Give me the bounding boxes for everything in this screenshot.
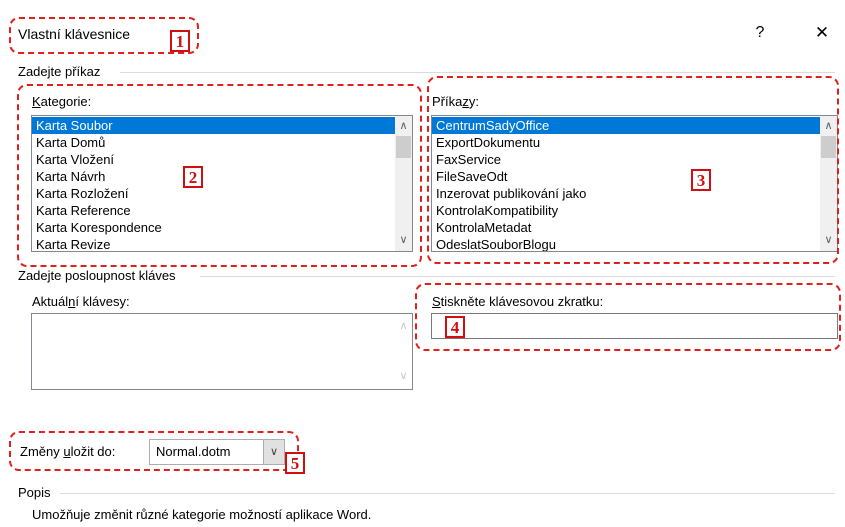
save-in-label: Změny uložit do: bbox=[20, 444, 116, 459]
category-list-item[interactable]: Karta Soubor bbox=[32, 117, 395, 134]
category-list-item[interactable]: Karta Vložení bbox=[32, 151, 395, 168]
command-list-item[interactable]: OdeslatSouborBlogu bbox=[432, 236, 820, 251]
command-list-item[interactable]: KontrolaKompatibility bbox=[432, 202, 820, 219]
annotation-number-4: 4 bbox=[445, 316, 465, 338]
keys-section-divider bbox=[200, 276, 835, 277]
category-list-item[interactable]: Karta Korespondence bbox=[32, 219, 395, 236]
chevron-up-icon: ∧ bbox=[399, 320, 408, 332]
categories-label: Kategorie: bbox=[32, 94, 92, 109]
command-list-item[interactable]: FileSaveOdt bbox=[432, 168, 820, 185]
category-list-item[interactable]: Karta Revize bbox=[32, 236, 395, 251]
description-divider bbox=[60, 493, 835, 494]
scroll-thumb[interactable] bbox=[821, 136, 836, 158]
command-list-item[interactable]: Inzerovat publikování jako bbox=[432, 185, 820, 202]
categories-scrollbar[interactable]: ∧ ∨ bbox=[395, 116, 412, 251]
close-button[interactable]: ✕ bbox=[800, 18, 844, 48]
current-keys-scrollbar: ∧ ∨ bbox=[395, 314, 412, 389]
scroll-thumb[interactable] bbox=[396, 136, 411, 158]
chevron-up-icon[interactable]: ∧ bbox=[395, 118, 412, 135]
keys-section-heading: Zadejte posloupnost kláves bbox=[18, 268, 176, 283]
save-in-value: Normal.dotm bbox=[156, 444, 231, 459]
command-list-item[interactable]: CentrumSadyOffice bbox=[432, 117, 820, 134]
categories-list[interactable]: Karta Soubor Karta Domů Karta Vložení Karta… bbox=[31, 115, 413, 252]
save-in-select[interactable]: Normal.dotm ∨ bbox=[149, 439, 285, 465]
annotation-number-2: 2 bbox=[183, 166, 203, 188]
press-key-input[interactable] bbox=[431, 313, 838, 339]
commands-label: Příkazy: bbox=[432, 94, 479, 109]
commands-section-divider bbox=[120, 72, 835, 73]
press-key-label: Stiskněte klávesovou zkratku: bbox=[432, 294, 604, 309]
category-list-item[interactable]: Karta Domů bbox=[32, 134, 395, 151]
chevron-up-icon[interactable]: ∧ bbox=[820, 118, 837, 135]
category-list-item[interactable]: Karta Reference bbox=[32, 202, 395, 219]
description-heading: Popis bbox=[18, 485, 51, 500]
chevron-down-icon[interactable]: ∨ bbox=[263, 440, 284, 464]
current-keys-list[interactable]: ∧ ∨ bbox=[31, 313, 413, 390]
command-list-item[interactable]: FaxService bbox=[432, 151, 820, 168]
current-keys-label: Aktuální klávesy: bbox=[32, 294, 130, 309]
command-list-item[interactable]: KontrolaMetadat bbox=[432, 219, 820, 236]
annotation-number-1: 1 bbox=[170, 30, 190, 52]
chevron-down-icon[interactable]: ∨ bbox=[820, 232, 837, 249]
chevron-down-icon: ∨ bbox=[399, 370, 408, 382]
category-list-item[interactable]: Karta Rozložení bbox=[32, 185, 395, 202]
annotation-number-5: 5 bbox=[285, 452, 305, 474]
window-title: Vlastní klávesnice bbox=[18, 26, 131, 42]
commands-section-heading: Zadejte příkaz bbox=[18, 64, 101, 79]
commands-scrollbar[interactable]: ∧ ∨ bbox=[820, 116, 837, 251]
annotation-number-3: 3 bbox=[691, 169, 711, 191]
category-list-item[interactable]: Karta Návrh bbox=[32, 168, 395, 185]
commands-list[interactable]: CentrumSadyOffice ExportDokumentu FaxServi… bbox=[431, 115, 838, 252]
command-list-item[interactable]: ExportDokumentu bbox=[432, 134, 820, 151]
description-text: Umožňuje změnit různé kategorie možností… bbox=[32, 507, 372, 522]
help-button[interactable]: ? bbox=[740, 18, 780, 48]
chevron-down-icon[interactable]: ∨ bbox=[395, 232, 412, 249]
